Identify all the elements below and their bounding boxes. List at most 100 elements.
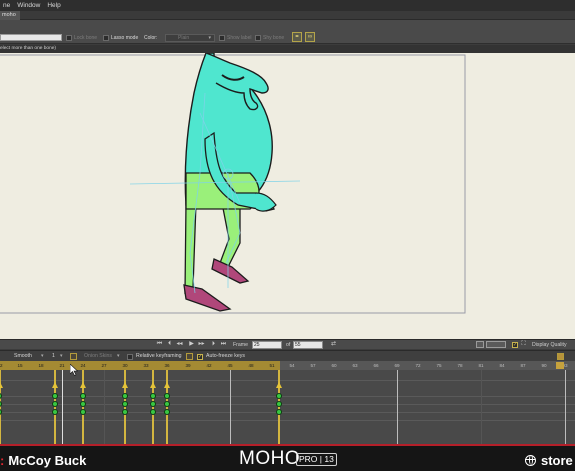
playhead[interactable] <box>62 370 63 444</box>
keyframe[interactable] <box>164 401 170 407</box>
ruler-tick: 75 <box>436 363 442 368</box>
film-strip-icon[interactable] <box>486 341 506 348</box>
keyframe-marker[interactable] <box>276 382 282 388</box>
show-label-checkbox[interactable] <box>219 35 225 41</box>
ruler-tick: 24 <box>80 363 86 368</box>
keyframe[interactable] <box>0 401 2 407</box>
onion-skin-icon[interactable] <box>70 353 77 360</box>
keyframe-marker[interactable] <box>80 382 86 388</box>
interpolation-dropdown[interactable]: Smooth <box>14 353 32 360</box>
next-key-icon[interactable]: ▸▸ <box>198 341 205 348</box>
relative-keyframing-label: Relative keyframing <box>136 353 182 359</box>
frame-icon[interactable]: ⛶ <box>520 341 527 348</box>
menu-item-help[interactable]: Help <box>47 2 60 9</box>
keyframe[interactable] <box>150 401 156 407</box>
ruler-tick: 15 <box>17 363 23 368</box>
grid-line <box>104 370 105 444</box>
track-row <box>0 380 575 381</box>
onion-chevron-icon[interactable]: ▾ <box>117 353 120 360</box>
color-dropdown[interactable]: Plain ▾ <box>165 34 215 42</box>
forward-end-icon[interactable]: ⏭ <box>220 341 227 348</box>
ruler-end-marker[interactable] <box>556 362 564 369</box>
show-label-label: Show label <box>227 35 252 41</box>
keyframe[interactable] <box>276 409 282 415</box>
keyframe-marker[interactable] <box>0 382 3 388</box>
menu-item-edit[interactable]: ne <box>3 2 10 9</box>
keyframe[interactable] <box>80 401 86 407</box>
relative-keyframing-checkbox[interactable] <box>127 354 133 360</box>
store-link[interactable]: store <box>525 453 573 468</box>
author-credit: : McCoy Buck <box>0 453 86 468</box>
ruler-tick: 18 <box>38 363 44 368</box>
shy-bone-checkbox[interactable] <box>255 35 261 41</box>
keyframe[interactable] <box>122 409 128 415</box>
ruler-tick: 81 <box>478 363 484 368</box>
ruler-tick: 42 <box>206 363 212 368</box>
bone-link-icon[interactable]: ⚭ <box>292 32 302 42</box>
timeline-toolbar: Smooth ▾ 1 ▾ Onion Skins ▾ Relative keyf… <box>0 350 575 361</box>
lasso-mode-checkbox[interactable] <box>103 35 109 41</box>
step-back-icon[interactable]: ⏴ <box>166 341 173 348</box>
loop-icon[interactable]: ⇄ <box>330 341 337 348</box>
step-stepper-icon[interactable]: ▾ <box>60 353 63 360</box>
onion-skins-label[interactable]: Onion Skins <box>84 353 112 360</box>
keyframe[interactable] <box>276 393 282 399</box>
timeline-ruler[interactable]: 12 15 18 21 24 27 30 33 36 39 42 45 48 5… <box>0 361 575 370</box>
keyframe[interactable] <box>0 409 2 415</box>
keyframe[interactable] <box>0 393 2 399</box>
document-tab[interactable]: moho <box>0 11 20 20</box>
grid-line <box>397 370 398 444</box>
keyframe-tracks[interactable] <box>0 370 575 444</box>
auto-freeze-checkbox[interactable]: ✓ <box>197 354 203 360</box>
ruler-tick: 21 <box>59 363 65 368</box>
lasso-mode-label: Lasso mode <box>111 35 139 41</box>
keyframe[interactable] <box>122 401 128 407</box>
key-filter-icon[interactable] <box>186 353 193 360</box>
view-mode-icon[interactable] <box>476 341 484 348</box>
ruler-tick: 66 <box>373 363 379 368</box>
document-tab-bar: moho <box>0 11 575 20</box>
display-quality-label[interactable]: Display Quality <box>532 341 567 349</box>
step-value[interactable]: 1 <box>52 353 55 360</box>
prev-key-icon[interactable]: ◂◂ <box>176 341 183 348</box>
keyframe-marker[interactable] <box>52 382 58 388</box>
step-forward-icon[interactable]: ⏵ <box>210 341 217 348</box>
bone-chain-icon[interactable]: ∞ <box>305 32 315 42</box>
keyframe[interactable] <box>150 409 156 415</box>
keyframe[interactable] <box>276 401 282 407</box>
play-icon[interactable]: ▶ <box>188 341 195 348</box>
keyframe[interactable] <box>52 409 58 415</box>
grid-line <box>230 370 231 444</box>
ruler-tick: 72 <box>415 363 421 368</box>
lock-bone-checkbox[interactable] <box>66 35 72 41</box>
ruler-tick: 51 <box>269 363 275 368</box>
auto-freeze-label: Auto-freeze keys <box>206 353 245 359</box>
display-quality-checkbox[interactable]: ✓ <box>512 342 518 348</box>
total-frames-input[interactable] <box>293 341 323 349</box>
frame-input[interactable] <box>252 341 282 349</box>
bone-name-field[interactable] <box>0 34 62 41</box>
ruler-tick: 60 <box>331 363 337 368</box>
keyframe[interactable] <box>80 409 86 415</box>
canvas-area[interactable] <box>0 53 575 339</box>
keyframe-marker[interactable] <box>122 382 128 388</box>
ruler-tick: 30 <box>122 363 128 368</box>
keyframe[interactable] <box>80 393 86 399</box>
track-row <box>0 404 575 405</box>
timeline-settings-icon[interactable] <box>557 353 564 360</box>
track-row <box>0 396 575 397</box>
author-name: McCoy Buck <box>8 453 87 468</box>
menu-item-window[interactable]: Window <box>17 2 40 9</box>
keyframe[interactable] <box>52 393 58 399</box>
color-label: Color: <box>144 35 158 41</box>
frame-label: Frame <box>233 342 248 348</box>
keyframe-marker[interactable] <box>150 382 156 388</box>
keyframe-marker[interactable] <box>164 382 170 388</box>
keyframe[interactable] <box>150 393 156 399</box>
globe-icon <box>525 455 536 466</box>
keyframe[interactable] <box>164 409 170 415</box>
keyframe[interactable] <box>164 393 170 399</box>
keyframe[interactable] <box>122 393 128 399</box>
rewind-start-icon[interactable]: ⏮ <box>156 341 163 348</box>
keyframe[interactable] <box>52 401 58 407</box>
